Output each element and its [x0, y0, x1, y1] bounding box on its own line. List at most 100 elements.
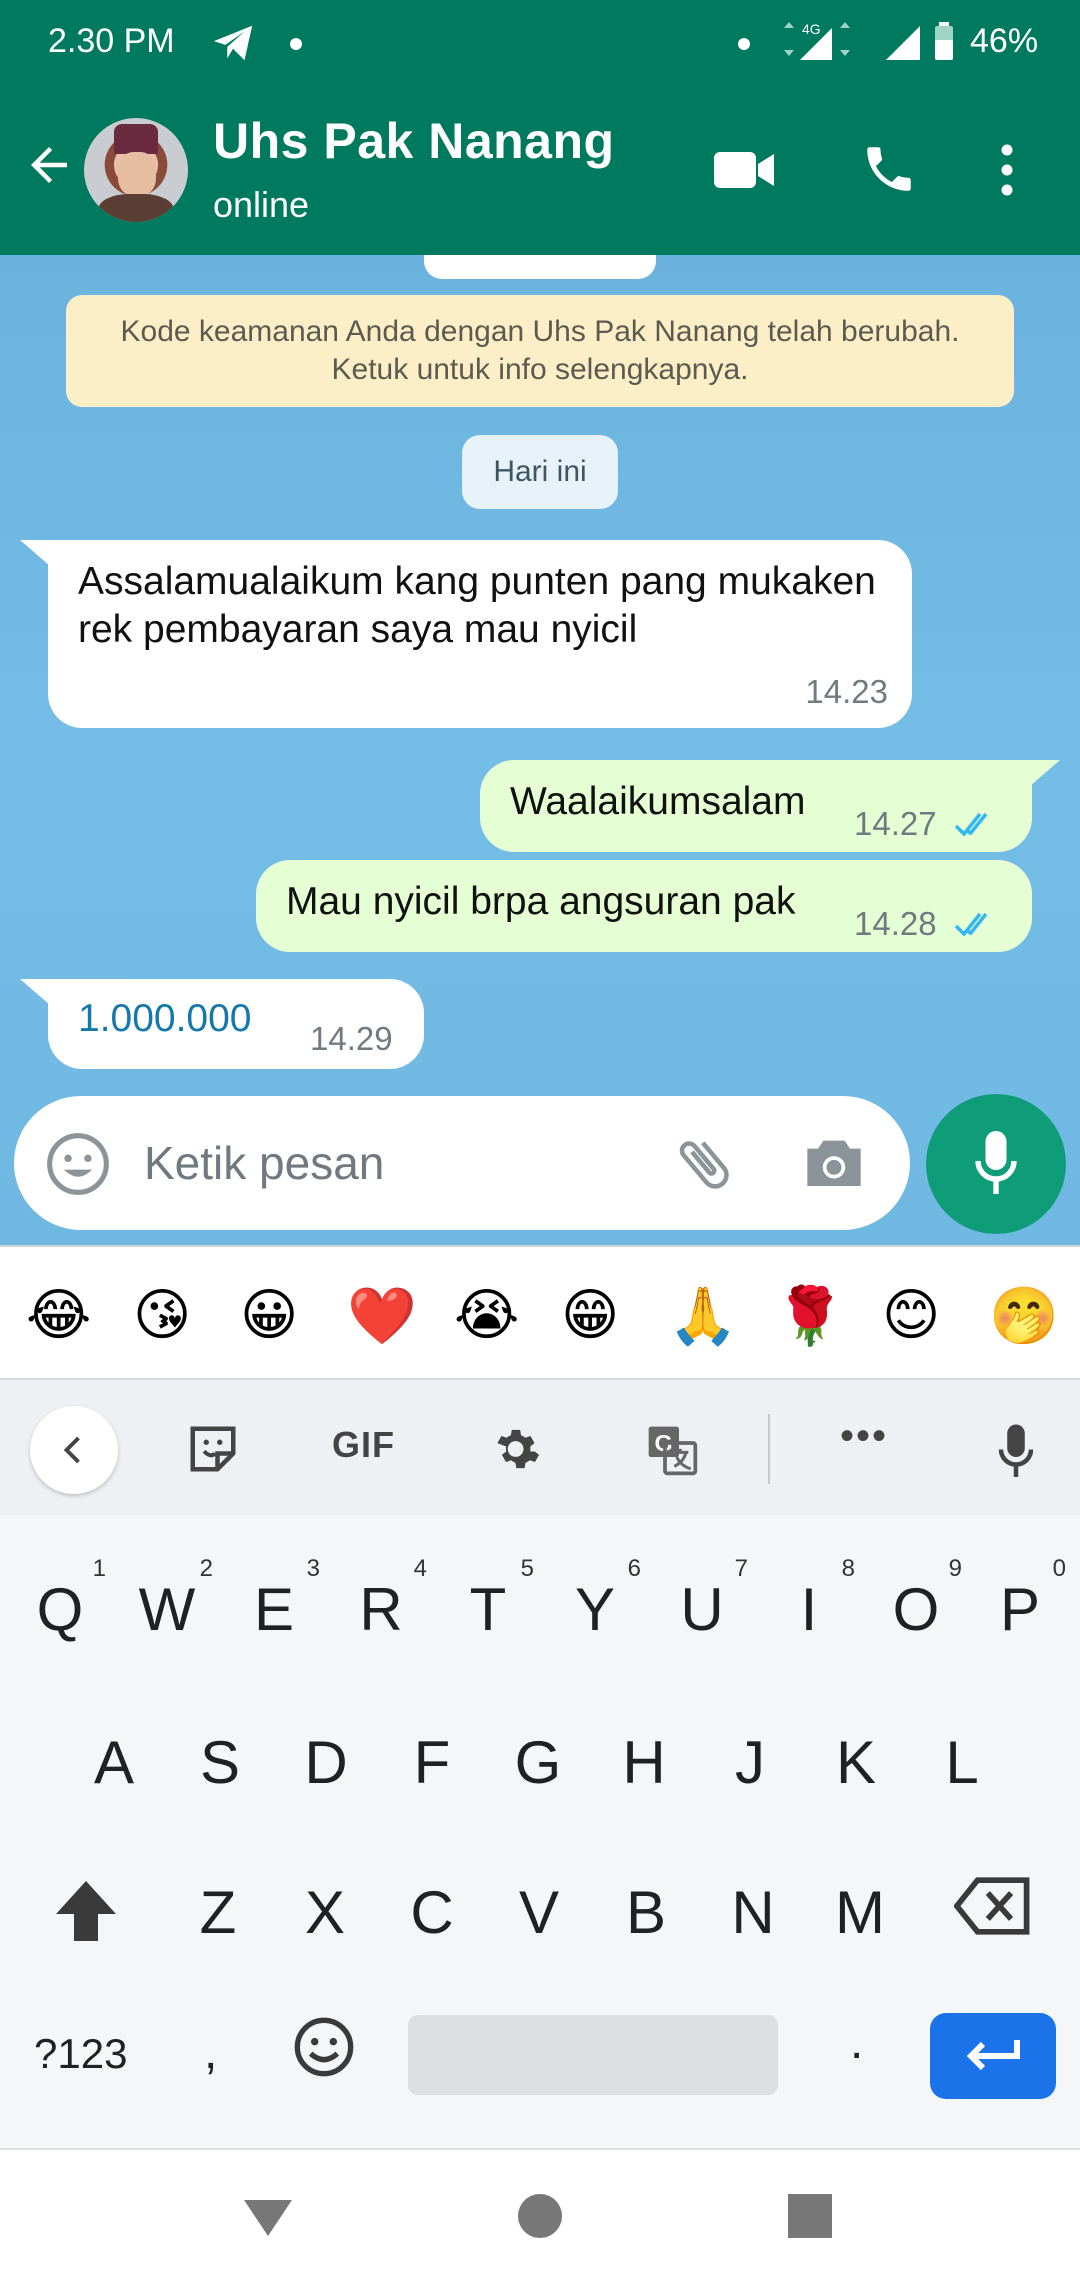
- emoji-suggestion[interactable]: 😊: [882, 1283, 940, 1348]
- voice-record-button[interactable]: [926, 1094, 1066, 1234]
- emoji-suggestion-bar: 😂 😘 😀 ❤️ 😭 😁 🙏 🌹 😊 🤭: [0, 1245, 1080, 1380]
- backspace-key-icon[interactable]: [953, 1875, 1032, 1942]
- incoming-message[interactable]: Assalamualaikum kang punten pang mukaken…: [20, 540, 912, 728]
- key-s[interactable]: S: [170, 1728, 270, 1797]
- voice-input-icon[interactable]: [996, 1422, 1036, 1487]
- key-w[interactable]: W2: [117, 1555, 217, 1644]
- key-n[interactable]: N: [703, 1878, 803, 1947]
- battery-icon: [932, 20, 958, 69]
- chevron-left-icon: [63, 1436, 80, 1464]
- battery-percent: 46%: [970, 22, 1039, 60]
- telegram-icon: [210, 20, 256, 71]
- key-k[interactable]: K: [806, 1728, 906, 1797]
- message-text: Waalaikumsalam: [510, 780, 806, 823]
- status-bar: 2.30 PM 4G 46%: [0, 0, 1080, 90]
- message-input[interactable]: Ketik pesan: [144, 1136, 384, 1190]
- message-number-link[interactable]: 1.000.000: [78, 997, 252, 1040]
- period-key[interactable]: .: [850, 2015, 863, 2070]
- translate-icon[interactable]: G: [644, 1422, 700, 1483]
- read-ticks-icon: [954, 804, 1002, 852]
- emoji-key-icon[interactable]: [292, 2015, 356, 2084]
- emoji-suggestion[interactable]: 🤭: [989, 1283, 1059, 1349]
- emoji-suggestion[interactable]: 😀: [240, 1283, 298, 1348]
- key-e[interactable]: E3: [224, 1555, 324, 1644]
- outgoing-message[interactable]: Waalaikumsalam 14.27: [480, 760, 1060, 852]
- emoji-suggestion[interactable]: 😂: [26, 1283, 91, 1348]
- keyboard: Q1 W2 E3 R4 T5 Y6 U7 I8 O9 P0 A S D F G …: [0, 1515, 1080, 2150]
- status-time: 2.30 PM: [48, 22, 175, 60]
- emoji-suggestion[interactable]: 😁: [561, 1283, 619, 1348]
- back-arrow-icon[interactable]: [22, 138, 76, 197]
- attach-icon[interactable]: [670, 1130, 738, 1203]
- notification-dot-icon: [290, 38, 302, 50]
- settings-gear-icon[interactable]: [492, 1422, 546, 1481]
- key-o[interactable]: O9: [866, 1555, 966, 1644]
- message-text: Mau nyicil brpa angsuran pak: [286, 880, 796, 923]
- camera-icon[interactable]: [802, 1132, 866, 1197]
- key-g[interactable]: G: [488, 1728, 588, 1797]
- emoji-icon[interactable]: [44, 1130, 112, 1203]
- shift-key-icon[interactable]: [50, 1877, 122, 1950]
- key-j[interactable]: J: [700, 1728, 800, 1797]
- more-options-button[interactable]: •••: [840, 1414, 888, 1459]
- key-u[interactable]: U7: [652, 1555, 752, 1644]
- contact-status: online: [213, 184, 310, 225]
- symbols-key[interactable]: ?123: [34, 2030, 127, 2078]
- system-navigation-bar: [0, 2148, 1080, 2280]
- key-v[interactable]: V: [489, 1878, 589, 1947]
- comma-key[interactable]: ,: [204, 2025, 217, 2080]
- message-time: 14.29: [310, 1020, 393, 1057]
- message-time: 14.23: [805, 673, 888, 710]
- sticker-icon[interactable]: [186, 1422, 240, 1481]
- key-l[interactable]: L: [912, 1728, 1012, 1797]
- more-options-icon[interactable]: [1000, 142, 1014, 203]
- key-h[interactable]: H: [594, 1728, 694, 1797]
- voice-call-icon[interactable]: [860, 140, 918, 203]
- key-f[interactable]: F: [382, 1728, 482, 1797]
- contact-name[interactable]: Uhs Pak Nanang: [213, 112, 615, 170]
- key-p[interactable]: P0: [970, 1555, 1070, 1644]
- key-c[interactable]: C: [382, 1878, 482, 1947]
- key-y[interactable]: Y6: [545, 1555, 645, 1644]
- key-a[interactable]: A: [64, 1728, 164, 1797]
- signal-icon: [884, 20, 924, 69]
- key-q[interactable]: Q1: [10, 1555, 110, 1644]
- notification-dot-icon: [738, 38, 750, 50]
- message-time: 14.28: [854, 905, 937, 942]
- message-composer[interactable]: Ketik pesan: [14, 1096, 910, 1230]
- key-i[interactable]: I8: [759, 1555, 859, 1644]
- key-x[interactable]: X: [275, 1878, 375, 1947]
- emoji-suggestion[interactable]: 😘: [133, 1283, 191, 1348]
- emoji-suggestion[interactable]: 🙏: [668, 1283, 738, 1349]
- incoming-message[interactable]: 1.000.000 14.29: [20, 979, 424, 1069]
- key-m[interactable]: M: [810, 1878, 910, 1947]
- key-r[interactable]: R4: [331, 1555, 431, 1644]
- key-b[interactable]: B: [596, 1878, 696, 1947]
- nav-home-icon[interactable]: [516, 2192, 564, 2245]
- chat-header: Uhs Pak Nanang online: [0, 90, 1080, 255]
- enter-arrow-icon: [966, 2040, 1020, 2071]
- message-text: Assalamualaikum kang punten pang mukaken…: [78, 560, 876, 651]
- outgoing-message[interactable]: Mau nyicil brpa angsuran pak 14.28: [256, 860, 1032, 952]
- emoji-suggestion[interactable]: ❤️: [347, 1283, 417, 1349]
- enter-key[interactable]: [930, 2013, 1056, 2099]
- keyboard-toolbar: GIF G •••: [0, 1380, 1080, 1515]
- space-bar[interactable]: [408, 2015, 778, 2095]
- network-label: 4G: [802, 21, 821, 37]
- key-t[interactable]: T5: [438, 1555, 538, 1644]
- previous-chip-partial: [424, 255, 656, 279]
- security-code-notice[interactable]: Kode keamanan Anda dengan Uhs Pak Nanang…: [66, 295, 1014, 407]
- emoji-suggestion[interactable]: 🌹: [775, 1283, 845, 1349]
- video-call-icon[interactable]: [712, 146, 776, 199]
- gif-button[interactable]: GIF: [332, 1424, 395, 1466]
- contact-avatar[interactable]: [84, 118, 188, 222]
- key-d[interactable]: D: [276, 1728, 376, 1797]
- key-z[interactable]: Z: [168, 1878, 268, 1947]
- toolbar-divider: [768, 1414, 770, 1484]
- date-divider: Hari ini: [462, 435, 618, 509]
- emoji-suggestion[interactable]: 😭: [454, 1283, 519, 1348]
- nav-back-icon[interactable]: [240, 2192, 296, 2245]
- read-ticks-icon: [954, 904, 1002, 952]
- keyboard-collapse-button[interactable]: [30, 1406, 118, 1494]
- nav-recents-icon[interactable]: [786, 2192, 834, 2245]
